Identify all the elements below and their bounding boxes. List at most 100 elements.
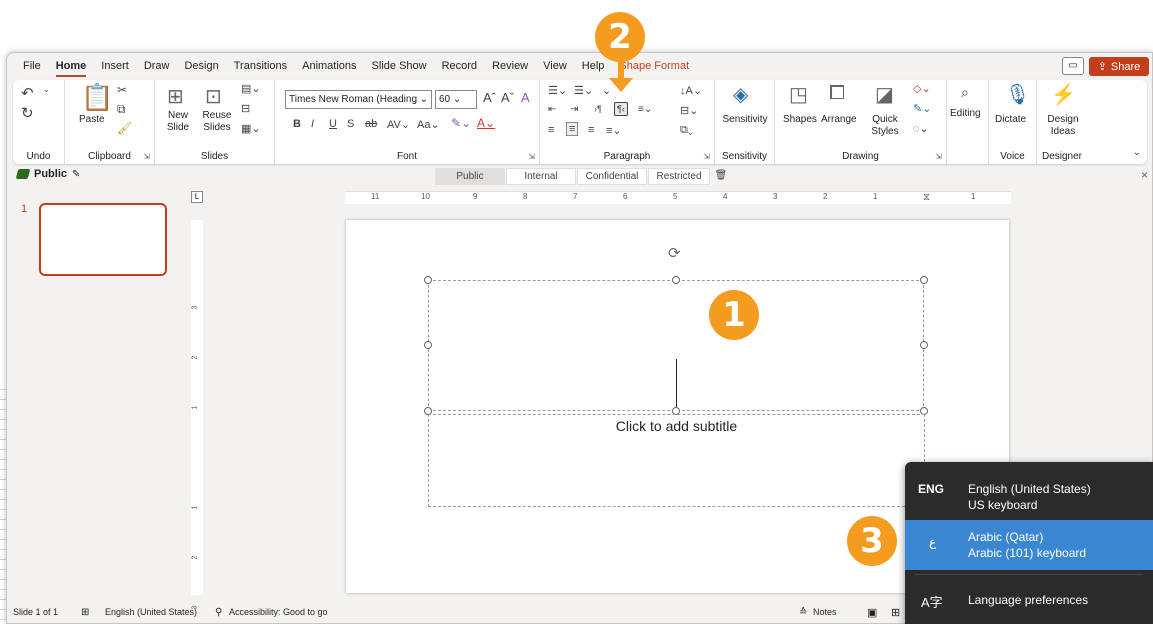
paste-button[interactable]: Paste [79, 114, 105, 126]
tab-transitions[interactable]: Transitions [234, 60, 287, 72]
font-color-icon[interactable]: A⌄ [477, 116, 495, 130]
design-ideas-icon[interactable]: ⚡ [1051, 82, 1076, 107]
resize-handle[interactable] [920, 276, 928, 284]
sensitivity-option-confidential[interactable]: Confidential [577, 168, 647, 185]
sensitivity-option-internal[interactable]: Internal [506, 168, 576, 185]
shadow-icon[interactable]: S [347, 118, 354, 130]
quick-styles-icon[interactable]: ◪ [875, 82, 894, 107]
shape-outline-icon[interactable]: ✎⌄ [913, 102, 931, 115]
language-preferences-link[interactable]: A字 Language preferences [905, 584, 1153, 618]
underline-icon[interactable]: U [329, 118, 337, 130]
microphone-icon[interactable]: 🎙 [1005, 82, 1030, 107]
dialog-launcher-icon[interactable]: ⇲ [703, 152, 710, 161]
slide-info[interactable]: Slide 1 of 1 [13, 607, 58, 617]
italic-icon[interactable]: I [311, 118, 314, 130]
decrease-indent-icon[interactable]: ⇤ [548, 104, 556, 115]
slide-thumbnail[interactable] [39, 203, 167, 276]
bullets-icon[interactable]: ☰⌄ [548, 84, 567, 97]
language-option-arabic[interactable]: ع Arabic (Qatar) Arabic (101) keyboard [905, 520, 1153, 570]
text-direction-icon[interactable]: ↓A⌄ [680, 84, 702, 97]
align-text-icon[interactable]: ⊟⌄ [680, 104, 698, 117]
resize-handle[interactable] [672, 276, 680, 284]
slide-sorter-icon[interactable]: ⊞ [891, 606, 900, 619]
decrease-font-icon[interactable]: Aˇ [501, 90, 514, 105]
font-size-select[interactable]: 60 ⌄ [435, 90, 477, 109]
align-center-icon[interactable]: ≡ [566, 122, 579, 136]
redo-icon[interactable]: ↻ [21, 104, 34, 122]
trash-icon[interactable]: 🗑 [712, 168, 730, 185]
dialog-launcher-icon[interactable]: ⇲ [143, 152, 150, 161]
subtitle-placeholder[interactable]: Click to add subtitle [428, 414, 925, 507]
arrange-icon[interactable]: ⧠ [829, 82, 845, 105]
accessibility-status[interactable]: Accessibility: Good to go [229, 607, 328, 617]
numbering-icon[interactable]: ☰⌄ [574, 84, 593, 97]
tab-draw[interactable]: Draw [144, 60, 170, 72]
indent-marker-icon[interactable]: ⧖ [923, 192, 930, 203]
quick-styles-button[interactable]: Quick Styles [865, 114, 905, 138]
tab-shape-format[interactable]: Shape Format [619, 60, 689, 72]
new-slide-icon[interactable]: ⊞ [167, 84, 184, 109]
highlight-icon[interactable]: ✎⌄ [451, 116, 471, 130]
section-icon[interactable]: ▦⌄ [241, 122, 261, 135]
accessibility-icon[interactable]: ⚲ [215, 607, 222, 618]
copy-icon[interactable]: ⧉ [117, 102, 126, 117]
tab-review[interactable]: Review [492, 60, 528, 72]
normal-view-icon[interactable]: ▣ [867, 606, 877, 619]
paste-icon[interactable]: 📋 [81, 82, 113, 113]
format-painter-icon[interactable]: 🖌 [117, 121, 132, 135]
tab-insert[interactable]: Insert [101, 60, 129, 72]
chevron-down-icon[interactable]: ⌄ [43, 85, 50, 94]
clear-formatting-icon[interactable]: A [521, 90, 530, 105]
dialog-launcher-icon[interactable]: ⇲ [935, 152, 942, 161]
tab-selector-icon[interactable]: L [191, 191, 203, 203]
rotate-handle-icon[interactable]: ⟳ [668, 244, 681, 262]
align-right-icon[interactable]: ≡ [588, 124, 594, 136]
tab-slide-show[interactable]: Slide Show [372, 60, 427, 72]
shapes-icon[interactable]: ◳ [789, 82, 808, 107]
language-option-english[interactable]: ENG English (United States) US keyboard [905, 462, 1153, 518]
strikethrough-icon[interactable]: ab [365, 118, 377, 130]
notes-button[interactable]: Notes [813, 607, 837, 617]
shapes-button[interactable]: Shapes [783, 114, 817, 126]
language-status[interactable]: English (United States) [105, 607, 197, 617]
shape-fill-icon[interactable]: ◇⌄ [913, 82, 931, 95]
sensitivity-current[interactable]: Public ✎ [15, 168, 80, 180]
editing-button[interactable]: Editing [950, 108, 981, 120]
tab-file[interactable]: File [23, 60, 41, 72]
search-icon[interactable]: ⌕ [961, 84, 969, 101]
reset-icon[interactable]: ⊟ [241, 102, 250, 115]
collapse-ribbon-icon[interactable]: ⌄ [1133, 147, 1141, 158]
title-placeholder[interactable] [428, 280, 924, 411]
tab-animations[interactable]: Animations [302, 60, 356, 72]
share-button[interactable]: ⇪ Share [1089, 57, 1149, 76]
design-ideas-button[interactable]: Design Ideas [1047, 114, 1079, 138]
reuse-slides-button[interactable]: Reuse Slides [201, 110, 233, 134]
tab-record[interactable]: Record [442, 60, 477, 72]
shape-effects-icon[interactable]: ◌⌄ [913, 122, 929, 135]
tab-home[interactable]: Home [55, 60, 86, 77]
ltr-icon[interactable]: ›¶ [594, 104, 602, 114]
sensitivity-option-public[interactable]: Public [435, 168, 505, 185]
resize-handle[interactable] [920, 341, 928, 349]
reuse-slides-icon[interactable]: ⊡ [205, 84, 222, 109]
dictate-button[interactable]: Dictate [995, 114, 1026, 126]
vertical-ruler[interactable]: 3 2 1 1 2 3 [191, 220, 203, 609]
dialog-launcher-icon[interactable]: ⇲ [528, 152, 535, 161]
new-slide-button[interactable]: New Slide [163, 110, 193, 134]
character-spacing-icon[interactable]: AV⌄ [387, 118, 410, 131]
font-name-select[interactable]: Times New Roman (Heading ⌄ [285, 90, 432, 109]
horizontal-ruler[interactable]: 11 10 9 8 7 6 5 4 3 2 1 ⧖ 1 [345, 191, 1011, 204]
sensitivity-icon[interactable]: ◈ [733, 82, 748, 107]
align-left-icon[interactable]: ≡ [548, 124, 554, 136]
rtl-icon[interactable]: ¶‹ [614, 102, 628, 116]
justify-icon[interactable]: ≡⌄ [606, 124, 622, 137]
resize-handle[interactable] [424, 276, 432, 284]
spelling-icon[interactable]: ⊞ [81, 607, 89, 618]
undo-icon[interactable]: ↶ [21, 84, 34, 102]
cut-icon[interactable]: ✂ [117, 83, 127, 97]
close-icon[interactable]: × [1141, 168, 1148, 182]
change-case-icon[interactable]: Aa⌄ [417, 118, 440, 131]
increase-font-icon[interactable]: Aˆ [483, 90, 496, 105]
tab-design[interactable]: Design [184, 60, 218, 72]
columns-icon[interactable]: ≡⌄ [638, 104, 652, 115]
